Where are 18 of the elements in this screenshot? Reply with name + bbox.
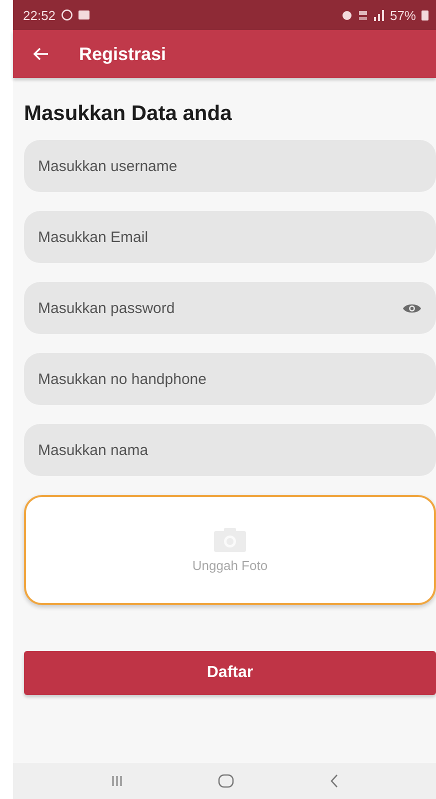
screen-title: Registrasi [79, 44, 166, 64]
signal-icon [372, 10, 385, 20]
input-field[interactable]: Masukkan username [24, 140, 436, 192]
message-icon [78, 10, 90, 20]
back-icon[interactable] [330, 774, 338, 788]
input-field[interactable]: Masukkan nama [24, 424, 436, 476]
input-field[interactable]: Masukkan no handphone [24, 353, 436, 405]
home-icon[interactable] [218, 774, 234, 788]
eye-icon[interactable] [402, 302, 422, 315]
form-heading: Masukkan Data anda [24, 102, 233, 126]
input-field[interactable]: Masukkan Email [24, 211, 436, 263]
recent-apps-icon[interactable] [110, 775, 123, 787]
password-field[interactable]: Masukkan password [24, 282, 436, 334]
register-button[interactable]: Daftar [24, 651, 436, 695]
status-time: 22:52 [23, 8, 56, 22]
upload-label: Unggah Foto [192, 558, 268, 572]
battery-level: 57% [390, 8, 416, 22]
back-arrow-icon[interactable] [33, 47, 49, 61]
